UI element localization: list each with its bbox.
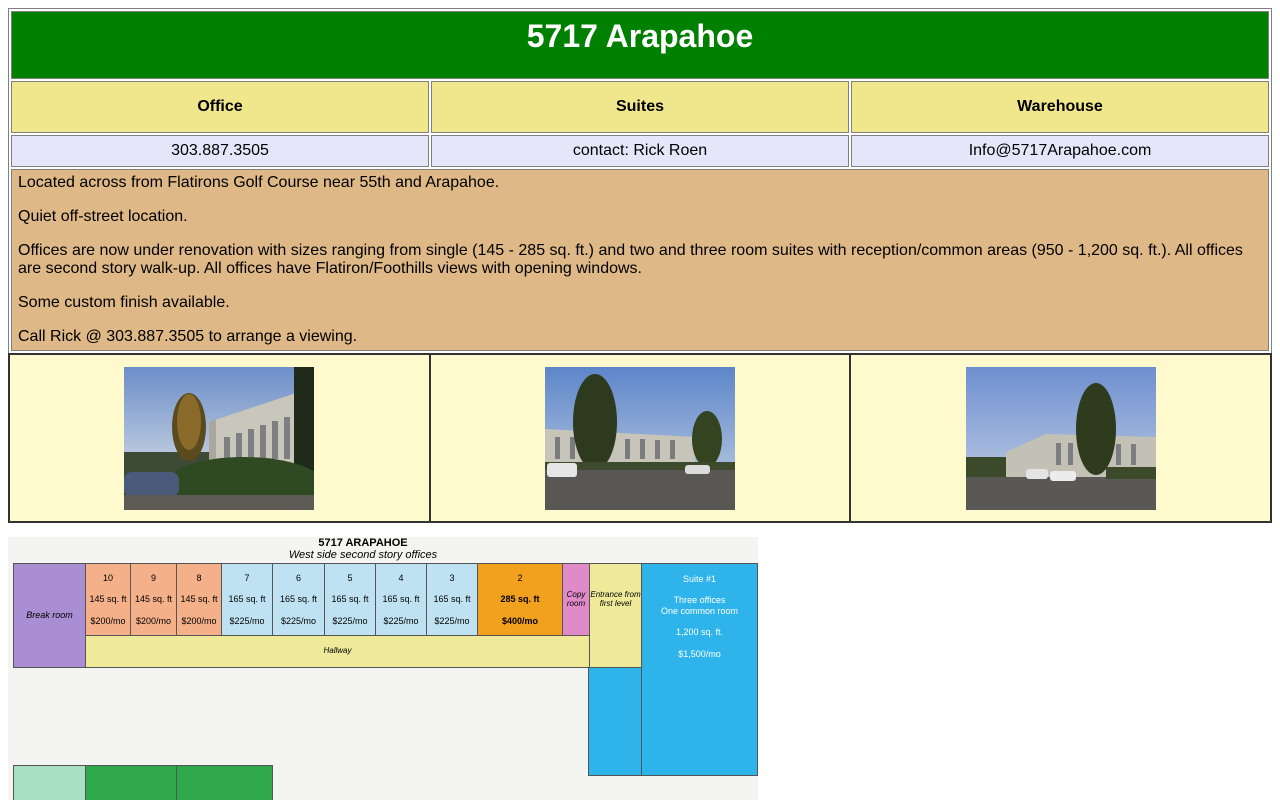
office-2: 2 285 sq. ft $400/mo — [477, 563, 563, 636]
copy-room-label: Copy room — [566, 590, 586, 608]
suite-desc-2: One common room — [660, 606, 739, 616]
office-3: 3 165 sq. ft $225/mo — [426, 563, 478, 636]
column-suites: Suites — [431, 81, 849, 133]
office-num: 7 — [244, 573, 250, 583]
entrance-label: Entrance from first level — [590, 590, 641, 608]
office-size: 165 sq. ft — [228, 594, 266, 604]
office-num: 9 — [150, 573, 156, 583]
photo-cell-3 — [849, 353, 1272, 523]
office-size: 145 sq. ft — [89, 594, 127, 604]
office-7: 7 165 sq. ft $225/mo — [221, 563, 273, 636]
office-size: 145 sq. ft — [134, 594, 173, 604]
office-price: $225/mo — [434, 616, 470, 626]
photo-gallery — [8, 353, 1272, 523]
suite-price: $1,500/mo — [678, 649, 721, 659]
office-price: $225/mo — [332, 616, 368, 626]
lower-room-1 — [13, 765, 86, 800]
contact-phone: 303.887.3505 — [11, 135, 429, 167]
office-8: 8 145 sq. ft $200/mo — [176, 563, 222, 636]
photo-cell-2 — [428, 353, 852, 523]
description-call: Call Rick @ 303.887.3505 to arrange a vi… — [18, 328, 358, 345]
office-price: $200/mo — [90, 616, 126, 626]
office-size: 165 sq. ft — [433, 594, 471, 604]
office-size: 165 sq. ft — [331, 594, 369, 604]
office-size: 145 sq. ft — [180, 594, 218, 604]
office-price: $225/mo — [383, 616, 419, 626]
floor-plan: 5717 ARAPAHOE West side second story off… — [8, 537, 758, 800]
building-photo-2[interactable] — [544, 366, 735, 510]
lower-room-2 — [85, 765, 177, 800]
office-size: 165 sq. ft — [382, 594, 420, 604]
office-num: 6 — [295, 573, 301, 583]
info-table: 5717 Arapahoe Office Suites Warehouse 30… — [8, 8, 1272, 354]
description-offices: Offices are now under renovation with si… — [18, 242, 1243, 277]
office-num: 10 — [102, 573, 113, 583]
office-price: $200/mo — [135, 616, 172, 626]
hallway-label: Hallway — [323, 646, 352, 655]
hallway: Hallway — [85, 635, 590, 668]
break-room: Break room — [13, 563, 86, 668]
office-price: $225/mo — [229, 616, 265, 626]
copy-room: Copy room — [562, 563, 590, 636]
office-price: $400/mo — [501, 616, 539, 626]
page-title: 5717 Arapahoe — [11, 11, 1269, 79]
column-office: Office — [11, 81, 429, 133]
office-num: 3 — [449, 573, 455, 583]
office-num: 8 — [196, 573, 202, 583]
suite-1-lower — [588, 667, 642, 776]
description-location: Located across from Flatirons Golf Cours… — [18, 174, 500, 191]
office-4: 4 165 sq. ft $225/mo — [375, 563, 427, 636]
lower-room-3 — [176, 765, 273, 800]
description: Located across from Flatirons Golf Cours… — [11, 169, 1269, 351]
building-photo-3[interactable] — [965, 366, 1156, 510]
break-room-label: Break room — [26, 610, 73, 620]
office-price: $225/mo — [280, 616, 317, 626]
column-warehouse: Warehouse — [851, 81, 1269, 133]
building-photo-1[interactable] — [124, 366, 315, 510]
suite-name: Suite #1 — [682, 574, 717, 584]
office-10: 10 145 sq. ft $200/mo — [85, 563, 131, 636]
office-price: $200/mo — [181, 616, 217, 626]
description-finish: Some custom finish available. — [18, 294, 230, 311]
office-num: 5 — [347, 573, 353, 583]
suite-1: Suite #1 Three offices One common room 1… — [641, 563, 758, 776]
office-size: 165 sq. ft — [279, 594, 318, 604]
contact-email: Info@5717Arapahoe.com — [851, 135, 1269, 167]
office-num: 4 — [398, 573, 404, 583]
floor-plan-subtitle: West side second story offices — [288, 549, 438, 561]
office-num: 2 — [517, 573, 523, 583]
floor-plan-title: 5717 ARAPAHOE — [318, 537, 408, 549]
entrance: Entrance from first level — [589, 563, 642, 668]
suite-desc-1: Three offices — [673, 595, 726, 605]
office-size: 285 sq. ft — [500, 594, 540, 604]
contact-person: contact: Rick Roen — [431, 135, 849, 167]
suite-size: 1,200 sq. ft. — [675, 627, 724, 637]
description-quiet: Quiet off-street location. — [18, 208, 188, 225]
office-9: 9 145 sq. ft $200/mo — [130, 563, 177, 636]
photo-cell-1 — [8, 353, 431, 523]
office-5: 5 165 sq. ft $225/mo — [324, 563, 376, 636]
office-6: 6 165 sq. ft $225/mo — [272, 563, 325, 636]
